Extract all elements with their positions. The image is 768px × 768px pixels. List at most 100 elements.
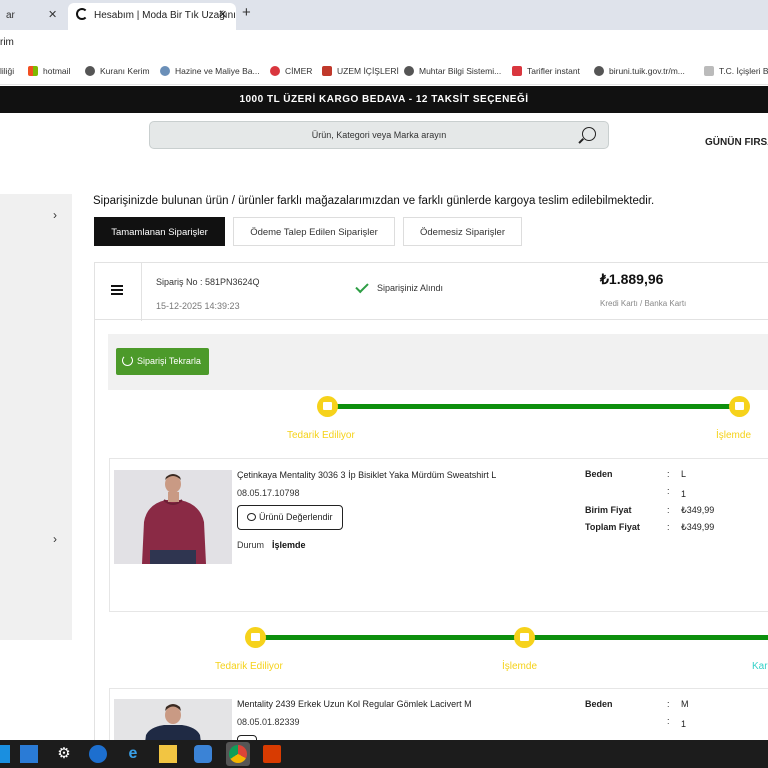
product-card: Mentality 2439 Erkek Uzun Kol Regular Gö…	[109, 688, 768, 760]
new-tab-button[interactable]: +	[242, 4, 251, 21]
chevron-right-icon[interactable]: ›	[53, 208, 57, 222]
order-total: ₺1.889,96	[600, 271, 664, 287]
recipe-icon	[512, 66, 522, 76]
progress-track	[335, 404, 735, 409]
settings-icon[interactable]: ⚙	[55, 745, 73, 763]
spec-sep: :	[667, 486, 670, 496]
tab-title: Hesabım | Moda Bir Tık Uzağınız	[94, 10, 236, 21]
product-code: 08.05.17.10798	[237, 488, 300, 498]
windows-taskbar: ⚙ e	[0, 740, 768, 768]
spec-key: Toplam Fiyat	[585, 522, 640, 532]
tab-title: ar	[6, 10, 15, 21]
bookmark-item[interactable]: hotmail	[28, 66, 70, 76]
refresh-icon	[122, 355, 133, 366]
supply-step-icon	[245, 627, 266, 648]
site-favicon-icon	[76, 8, 88, 20]
repeat-order-button[interactable]: Siparişi Tekrarla	[116, 348, 209, 375]
supply-step-icon	[317, 396, 338, 417]
spec-key: Beden	[585, 699, 613, 709]
globe-icon	[404, 66, 414, 76]
rate-product-button[interactable]: Ürünü Değerlendir	[237, 505, 343, 530]
browser-tab-active[interactable]: Hesabım | Moda Bir Tık Uzağınız ✕	[68, 3, 236, 30]
spec-sep: :	[667, 469, 670, 479]
uzem-icon	[322, 66, 332, 76]
windows-icon	[28, 66, 38, 76]
globe-icon	[594, 66, 604, 76]
sweatshirt-model-illustration	[114, 470, 232, 564]
file-explorer-icon[interactable]	[159, 745, 177, 763]
order-status: Siparişiniz Alındı	[355, 279, 443, 293]
spec-sep: :	[667, 699, 670, 709]
office-icon[interactable]	[263, 745, 281, 763]
spec-key: Beden	[585, 469, 613, 479]
bookmark-item[interactable]: liliği	[0, 66, 14, 76]
chrome-icon	[229, 745, 247, 763]
bookmark-item[interactable]: Muhtar Bilgi Sistemi...	[404, 66, 501, 76]
bookmarks-bar: liliği hotmail Kuranı Kerim Hazine ve Ma…	[0, 58, 768, 85]
document-icon	[704, 66, 714, 76]
bookmark-item[interactable]: T.C. İçişleri Ba	[704, 66, 768, 76]
bookmark-item[interactable]: UZEM İÇİŞLERİ	[322, 66, 399, 76]
seal-icon	[160, 66, 170, 76]
bookmark-item[interactable]: Tarifler instant	[512, 66, 580, 76]
comment-icon	[247, 513, 256, 521]
payment-type: Kredi Kartı / Banka Kartı	[600, 299, 687, 308]
bookmark-item[interactable]: biruni.tuik.gov.tr/m...	[594, 66, 685, 76]
chrome-taskbar-slot[interactable]	[226, 742, 250, 766]
spec-value: ₺349,99	[681, 522, 715, 532]
order-notice: Siparişinizde bulunan ürün / ürünler far…	[93, 195, 655, 207]
spec-value: L	[681, 469, 687, 479]
tab-unpaid-orders[interactable]: Ödemesiz Siparişler	[403, 217, 522, 246]
step-label: Tedarik Ediliyor	[215, 661, 283, 672]
close-icon[interactable]: ✕	[48, 3, 57, 28]
bookmark-item[interactable]: CİMER	[270, 66, 312, 76]
browser-tab[interactable]: ar ✕	[0, 3, 66, 30]
product-name[interactable]: Çetinkaya Mentality 3036 3 İp Bisiklet Y…	[237, 470, 496, 480]
search-input[interactable]: Ürün, Kategori veya Marka arayın	[149, 121, 609, 149]
menu-icon[interactable]	[111, 285, 123, 295]
spec-sep: :	[667, 716, 670, 726]
address-bar[interactable]: rim	[0, 30, 768, 58]
tab-completed-orders[interactable]: Tamamlanan Siparişler	[94, 217, 225, 246]
remote-desktop-icon[interactable]	[194, 745, 212, 763]
edge-icon[interactable]	[89, 745, 107, 763]
processing-step-icon	[514, 627, 535, 648]
step-label: İşlemde	[716, 430, 752, 441]
address-text: rim	[0, 37, 14, 48]
spec-key: Birim Fiyat	[585, 505, 632, 515]
spec-value: 1	[681, 719, 687, 729]
globe-icon	[85, 66, 95, 76]
spec-sep: :	[667, 505, 670, 515]
tab-payment-requested-orders[interactable]: Ödeme Talep Edilen Siparişler	[233, 217, 395, 246]
promo-banner: 1000 TL ÜZERİ KARGO BEDAVA - 12 TAKSİT S…	[0, 86, 768, 113]
browser-tab-bar: ar ✕ Hesabım | Moda Bir Tık Uzağınız ✕ +	[0, 0, 768, 30]
spec-value: M	[681, 699, 689, 709]
windows-start-icon[interactable]	[0, 745, 10, 763]
product-image[interactable]	[114, 470, 232, 564]
account-sidebar: › ›	[0, 194, 72, 640]
product-code: 08.05.01.82339	[237, 717, 300, 727]
product-card: Çetinkaya Mentality 3036 3 İp Bisiklet Y…	[109, 458, 768, 612]
search-icon[interactable]	[582, 127, 596, 141]
bookmark-item[interactable]: Hazine ve Maliye Ba...	[160, 66, 260, 76]
chevron-right-icon[interactable]: ›	[53, 532, 57, 546]
check-icon	[355, 279, 369, 293]
bookmark-item[interactable]: Kuranı Kerim	[85, 66, 150, 76]
order-header: Sipariş No : 581PN3624Q 15-12-2025 14:39…	[94, 262, 768, 321]
deal-of-the-day-link[interactable]: GÜNÜN FIRSA	[705, 137, 768, 148]
task-view-icon[interactable]	[20, 745, 38, 763]
product-status: Durum İşlemde	[237, 540, 306, 550]
spec-sep: :	[667, 522, 670, 532]
order-info: Sipariş No : 581PN3624Q 15-12-2025 14:39…	[141, 263, 686, 321]
product-name[interactable]: Mentality 2439 Erkek Uzun Kol Regular Gö…	[237, 699, 472, 709]
repeat-order-bar: Siparişi Tekrarla	[108, 334, 768, 390]
spec-value: 1	[681, 489, 687, 499]
ie-icon[interactable]: e	[124, 745, 142, 763]
step-label: Tedarik Ediliyor	[287, 430, 355, 441]
order-date: 15-12-2025 14:39:23	[156, 301, 240, 311]
spec-value: ₺349,99	[681, 505, 715, 515]
processing-step-icon	[729, 396, 750, 417]
order-number: Sipariş No : 581PN3624Q	[156, 277, 260, 287]
step-label: Kar	[752, 661, 768, 672]
close-icon[interactable]: ✕	[218, 3, 227, 28]
